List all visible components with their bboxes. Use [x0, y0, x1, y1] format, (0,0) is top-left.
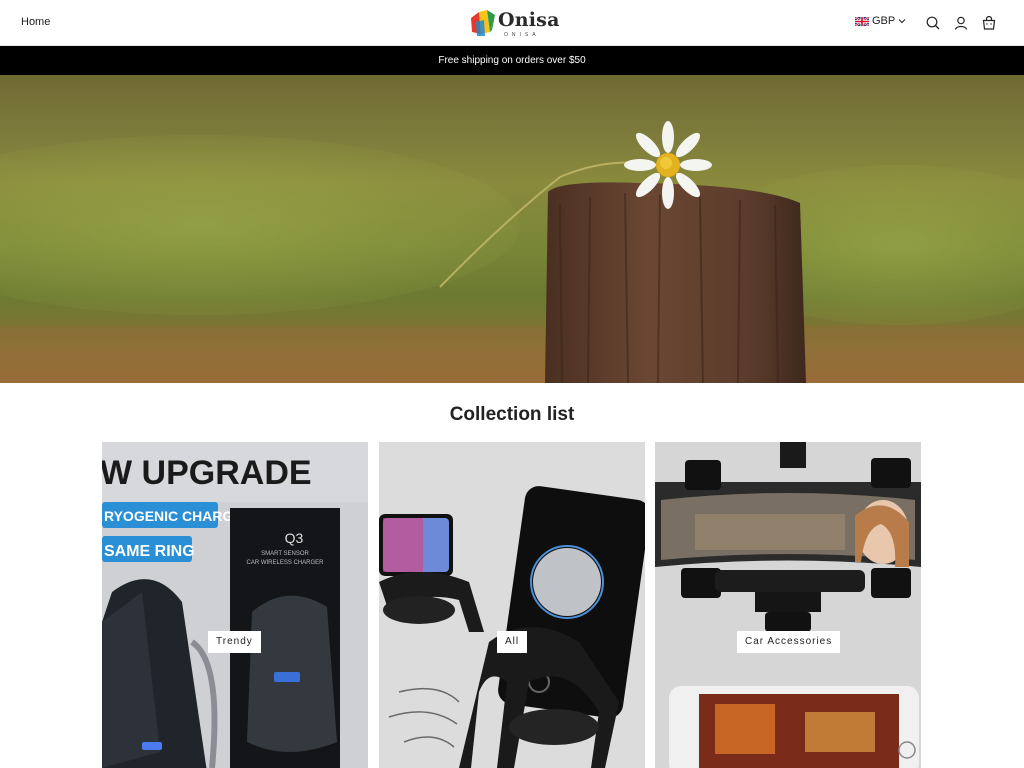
collection-label-all[interactable]: All [497, 631, 528, 653]
collection-list-title: Collection list [449, 404, 575, 425]
collection-card-trendy[interactable]: W UPGRADE RYOGENIC CHARGING SAME RING Q3… [102, 442, 368, 768]
promo-upgrade-text: W UPGRADE [102, 454, 312, 492]
rearview-mirror-mount-image [655, 442, 921, 768]
chevron-down-icon [898, 19, 906, 24]
logo-tagline: ONISA [504, 32, 540, 38]
hero-banner [0, 75, 1024, 383]
uk-flag-icon [855, 16, 869, 26]
phone-speaker-stand-image [379, 442, 645, 768]
site-logo[interactable]: Onisa ONISA [468, 8, 560, 40]
cart-icon[interactable] [981, 15, 997, 31]
collection-card-car-accessories[interactable] [655, 442, 921, 768]
box-line1-text: SMART SENSOR [261, 551, 309, 557]
wireless-car-charger-image: W UPGRADE RYOGENIC CHARGING SAME RING Q3… [102, 442, 368, 768]
account-icon[interactable] [953, 15, 969, 31]
box-model-text: Q3 [285, 530, 304, 546]
hero-daisy-image [0, 121, 1024, 383]
collection-label-car-accessories[interactable]: Car Accessories [737, 631, 841, 653]
logo-name: Onisa [498, 9, 560, 31]
nav-home-link[interactable]: Home [21, 16, 50, 28]
promo-ring-text: SAME RING [104, 543, 195, 560]
logo-mark-icon [471, 10, 495, 36]
collection-card-all[interactable] [379, 442, 645, 768]
search-icon[interactable] [925, 15, 941, 31]
box-line2-text: CAR WIRELESS CHARGER [246, 560, 324, 566]
announcement-bar: Free shipping on orders over $50 [0, 46, 1024, 75]
currency-selector[interactable]: GBP [855, 15, 906, 27]
collection-label-trendy[interactable]: Trendy [208, 631, 261, 653]
currency-code: GBP [872, 15, 896, 27]
site-header: Home Onisa ONISA GBP [0, 0, 1024, 46]
